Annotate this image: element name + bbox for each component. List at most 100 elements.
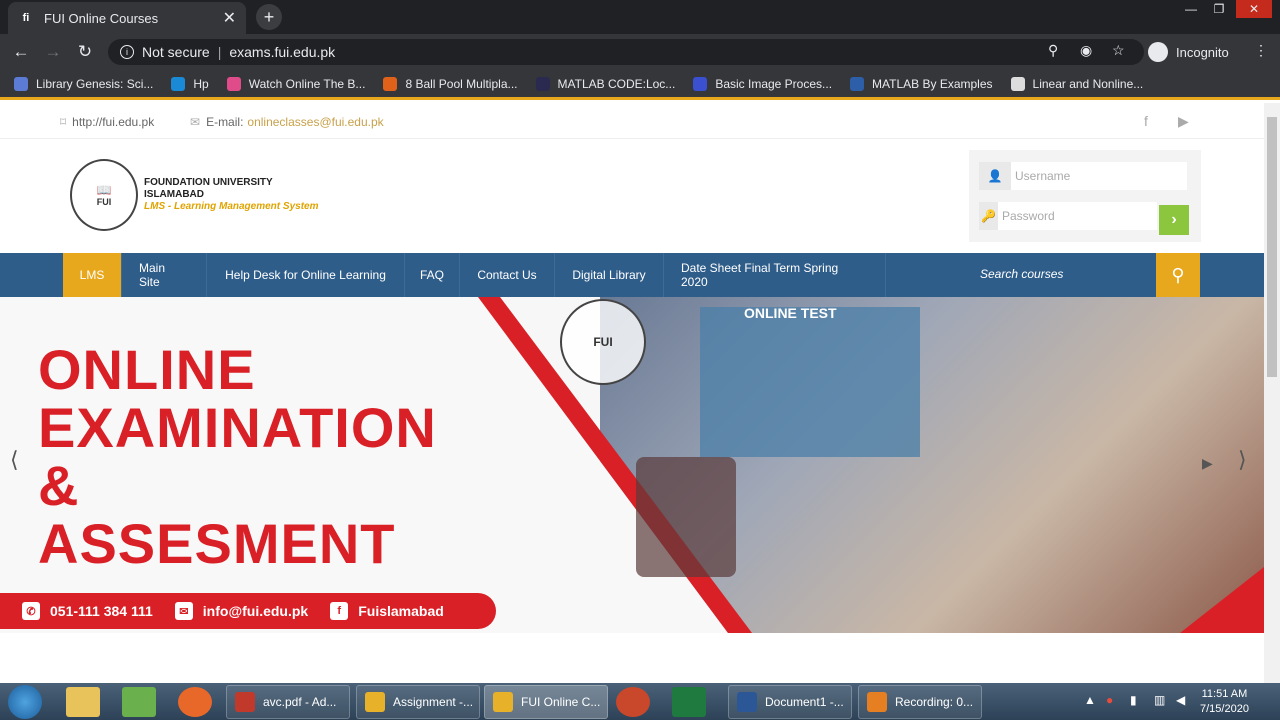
taskbar-app-icon — [365, 692, 385, 712]
search-icon[interactable]: ⚲ — [1156, 253, 1200, 297]
login-submit-button[interactable]: › — [1159, 205, 1189, 235]
zoom-icon[interactable]: ⚲ — [1048, 42, 1058, 59]
incognito-indicator[interactable]: Incognito — [1148, 40, 1229, 64]
taskbar-window-button[interactable]: FUI Online C... — [484, 685, 608, 719]
taskbar-window-button[interactable]: avc.pdf - Ad... — [226, 685, 350, 719]
nav-item-date-sheet-final-term-spring-2020[interactable]: Date Sheet Final Term Spring 2020 — [664, 253, 886, 297]
nav-item-contact-us[interactable]: Contact Us — [460, 253, 555, 297]
menu-kebab-icon[interactable]: ⋮ — [1254, 42, 1268, 59]
logo-line2: ISLAMABAD — [144, 189, 204, 200]
bookmark-item[interactable]: Library Genesis: Sci... — [14, 76, 153, 91]
headline-line2: EXAMINATION — [38, 396, 437, 459]
browser-tab-bar: fi FUI Online Courses ✕ + — ❐ ✕ — [0, 0, 1280, 34]
banner-red-corner — [1180, 567, 1264, 633]
close-window-icon[interactable]: ✕ — [1236, 0, 1272, 18]
address-bar[interactable]: i Not secure | exams.fui.edu.pk — [108, 39, 1144, 65]
bookmark-item[interactable]: MATLAB By Examples — [850, 76, 993, 91]
nav-item-faq[interactable]: FAQ — [405, 253, 460, 297]
site-favicon-icon: fi — [22, 12, 30, 24]
tab-title: FUI Online Courses — [44, 10, 159, 26]
site-logo[interactable]: 📖 FUI FOUNDATION UNIVERSITY ISLAMABAD LM… — [70, 155, 350, 235]
phone-icon: ✆ — [22, 602, 40, 620]
tracking-off-icon[interactable]: ◉ — [1080, 42, 1092, 59]
youtube-icon[interactable]: ▶ — [1178, 113, 1189, 130]
contact-strip: ✆ 051-111 384 111 ✉ info@fui.edu.pk f Fu… — [0, 593, 496, 629]
bookmark-item[interactable]: MATLAB CODE:Loc... — [535, 76, 675, 91]
course-search-input[interactable]: Search courses — [980, 267, 1063, 281]
slider-play-icon[interactable]: ▶ — [1202, 455, 1213, 472]
forward-icon[interactable]: → — [42, 42, 64, 62]
bookmark-label: Hp — [193, 76, 209, 91]
scrollbar-thumb[interactable] — [1267, 117, 1277, 377]
clock-date: 7/15/2020 — [1200, 703, 1249, 715]
tray-app-icon[interactable]: ● — [1106, 693, 1113, 707]
logo-subtitle: LMS - Learning Management System — [144, 201, 319, 212]
info-icon[interactable]: i — [120, 45, 134, 59]
media-app-icon[interactable] — [122, 687, 156, 717]
tray-expand-icon[interactable]: ▲ — [1084, 693, 1096, 707]
firefox-icon[interactable] — [178, 687, 212, 717]
bookmark-label: 8 Ball Pool Multipla... — [405, 76, 518, 91]
excel-icon[interactable] — [672, 687, 706, 717]
bookmark-item[interactable]: Basic Image Proces... — [693, 76, 832, 91]
login-form: 👤 🔑 › — [969, 150, 1201, 242]
bookmarks-bar: Library Genesis: Sci... Hp Watch Online Th… — [0, 70, 1280, 100]
taskbar-app-icon — [867, 692, 887, 712]
bookmark-favicon-icon — [535, 76, 550, 91]
taskbar-window-button[interactable]: Document1 -... — [728, 685, 852, 719]
bookmark-favicon-icon — [14, 76, 28, 91]
reload-icon[interactable]: ↻ — [74, 42, 96, 62]
bookmark-star-icon[interactable]: ☆ — [1112, 42, 1125, 59]
security-label: Not secure — [142, 44, 210, 60]
start-button[interactable] — [8, 685, 42, 719]
bookmark-icon: ⌑ — [60, 115, 67, 129]
minimize-icon[interactable]: — — [1176, 0, 1206, 18]
nav-item-main-site[interactable]: Main Site — [122, 253, 207, 297]
restore-icon[interactable]: ❐ — [1204, 0, 1234, 18]
explorer-icon[interactable] — [66, 687, 100, 717]
battery-icon[interactable]: ▮ — [1130, 693, 1137, 707]
password-field-wrapper: 🔑 — [979, 202, 1157, 230]
taskbar-app-icon — [235, 692, 255, 712]
bookmark-item[interactable]: Hp — [171, 76, 209, 91]
nav-item-digital-library[interactable]: Digital Library — [555, 253, 664, 297]
slider-prev-icon[interactable]: ⟨ — [10, 447, 19, 473]
taskbar-window-button[interactable]: Recording: 0... — [858, 685, 982, 719]
bookmark-item[interactable]: Watch Online The B... — [226, 76, 365, 91]
browser-tab-active[interactable]: fi FUI Online Courses ✕ — [8, 2, 246, 34]
seal-text: FUI — [96, 197, 112, 207]
password-input[interactable] — [998, 202, 1157, 230]
new-tab-button[interactable]: + — [256, 4, 282, 30]
bookmark-item[interactable]: 8 Ball Pool Multipla... — [383, 76, 518, 91]
username-input[interactable] — [1011, 162, 1187, 190]
username-field-wrapper: 👤 — [979, 162, 1187, 190]
network-icon[interactable]: ▥ — [1154, 693, 1165, 707]
bookmark-favicon-icon — [171, 76, 186, 91]
taskbar-app-icon — [493, 692, 513, 712]
incognito-label: Incognito — [1176, 44, 1229, 60]
slider-next-icon[interactable]: ⟩ — [1238, 447, 1247, 473]
website-link[interactable]: ⌑ http://fui.edu.pk — [60, 115, 154, 129]
nav-item-lms[interactable]: LMS — [63, 253, 122, 297]
tab-close-icon[interactable]: ✕ — [223, 8, 236, 28]
system-clock[interactable]: 11:51 AM 7/15/2020 — [1200, 687, 1249, 717]
facebook-icon[interactable]: f — [1144, 113, 1148, 129]
taskbar-button-label: FUI Online C... — [521, 695, 601, 709]
email-info: ✉ E-mail: onlineclasses@fui.edu.pk — [190, 115, 384, 129]
page-scrollbar[interactable] — [1264, 103, 1280, 683]
envelope-icon: ✉ — [190, 115, 201, 129]
taskbar-window-button[interactable]: Assignment -... — [356, 685, 480, 719]
powerpoint-icon[interactable] — [616, 687, 650, 717]
volume-icon[interactable]: ◀ — [1176, 693, 1185, 707]
headline-line3: & — [38, 454, 80, 517]
contact-email-text: info@fui.edu.pk — [202, 603, 309, 619]
taskbar-button-label: avc.pdf - Ad... — [263, 695, 337, 709]
nav-item-help-desk-for-online-learning[interactable]: Help Desk for Online Learning — [207, 253, 405, 297]
windows-taskbar: ▲ ● ▮ ▥ ◀ 11:51 AM 7/15/2020 avc.pdf - A… — [0, 683, 1280, 720]
back-icon[interactable]: ← — [10, 42, 32, 62]
laptop-shape — [700, 307, 920, 457]
banner-seal-icon: FUI — [560, 299, 646, 385]
email-link[interactable]: onlineclasses@fui.edu.pk — [247, 115, 383, 129]
taskbar-button-label: Recording: 0... — [895, 695, 974, 709]
bookmark-item[interactable]: Linear and Nonline... — [1010, 76, 1143, 91]
